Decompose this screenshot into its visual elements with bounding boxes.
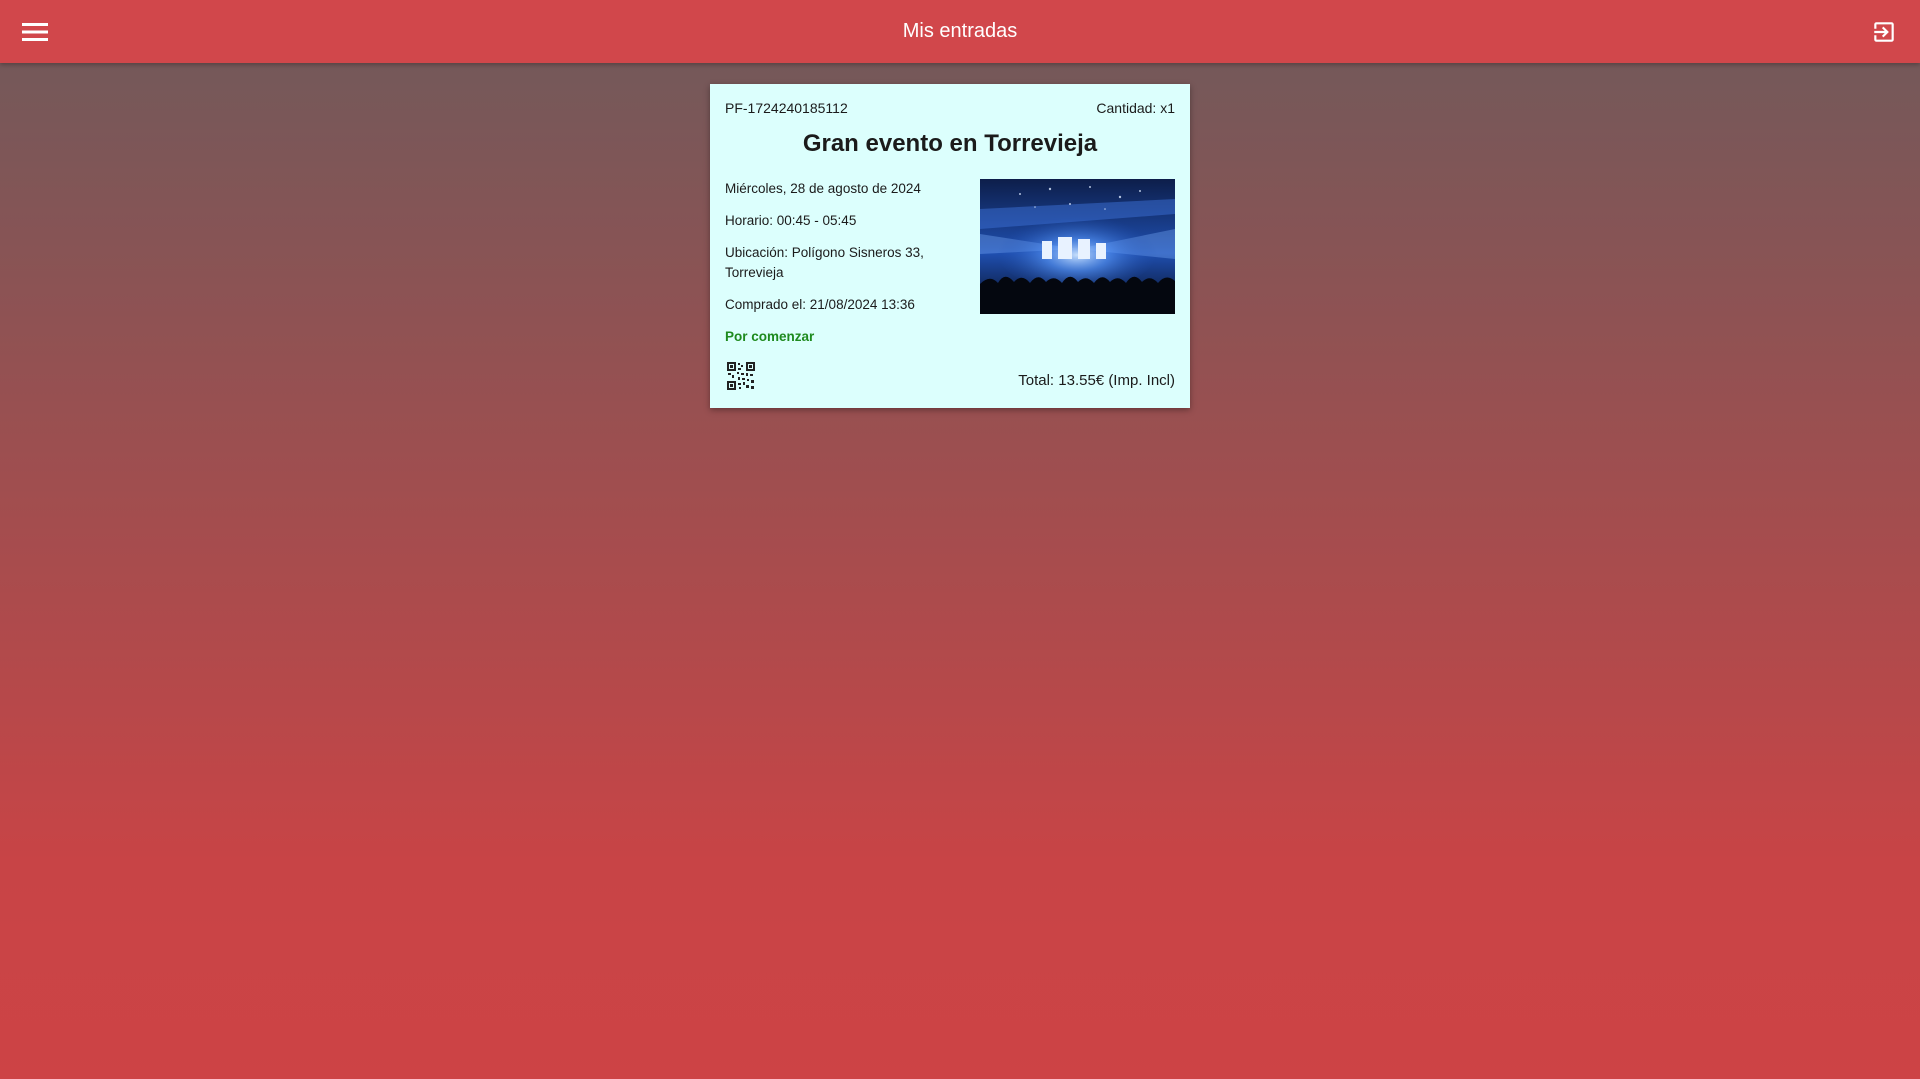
ticket-details: Miércoles, 28 de agosto de 2024 Horario:… xyxy=(725,179,955,359)
status-badge: Por comenzar xyxy=(725,329,815,344)
app-bar: Mis entradas xyxy=(0,0,1920,63)
logout-icon xyxy=(1874,22,1894,42)
event-location: Ubicación: Polígono Sisneros 33, Torrevi… xyxy=(725,245,924,280)
logout-button[interactable] xyxy=(1864,13,1904,51)
purchase-date: Comprado el: 21/08/2024 13:36 xyxy=(725,297,915,312)
ticket-card[interactable]: PF-1724240185112 Cantidad: x1 Gran event… xyxy=(710,84,1190,408)
ticket-total: Total: 13.55€ (Imp. Incl) xyxy=(1018,372,1175,389)
ticket-quantity: Cantidad: x1 xyxy=(1096,100,1175,116)
ticket-code: PF-1724240185112 xyxy=(725,100,848,116)
event-title: Gran evento en Torrevieja xyxy=(802,130,1098,157)
event-schedule: Horario: 00:45 - 05:45 xyxy=(725,213,857,228)
concert-image xyxy=(980,179,1175,314)
qr-code-icon[interactable] xyxy=(727,362,755,390)
page-title: Mis entradas xyxy=(902,20,1018,42)
event-date: Miércoles, 28 de agosto de 2024 xyxy=(725,181,921,196)
